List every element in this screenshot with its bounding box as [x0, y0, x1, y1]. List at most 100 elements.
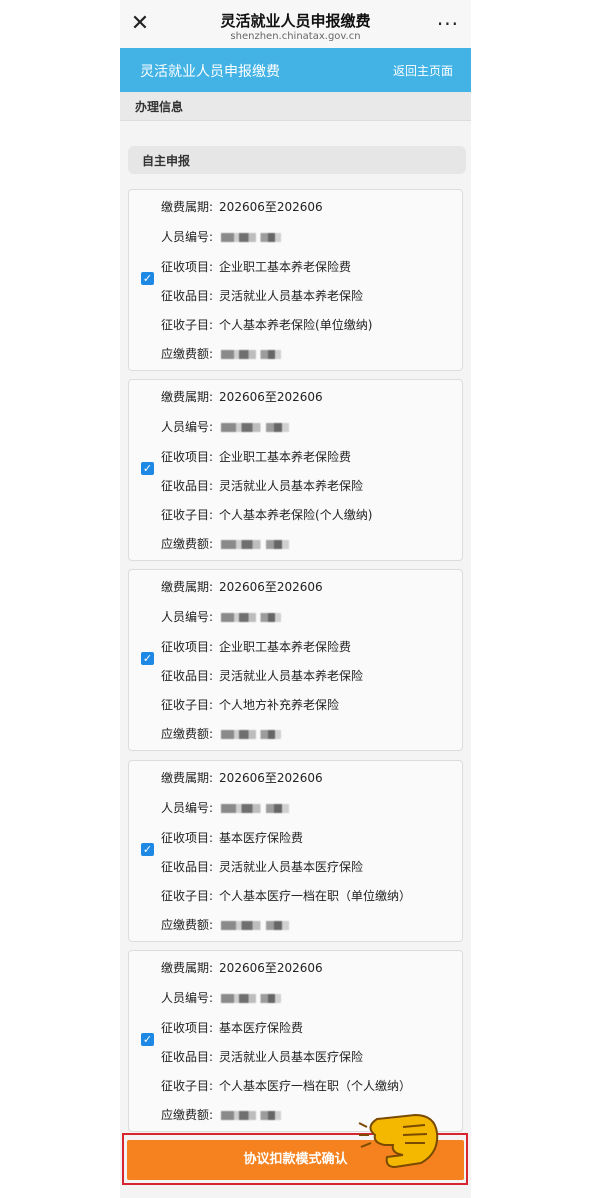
- field-label: 应缴费额:: [161, 347, 214, 361]
- field-amount: 应缴费额:: [161, 535, 290, 552]
- field-item: 征收项目: 基本医疗保险费: [161, 1019, 303, 1036]
- redacted-value: [221, 613, 282, 622]
- field-label: 缴费属期:: [161, 961, 214, 975]
- field-label: 征收品目:: [161, 669, 214, 683]
- section-title: 办理信息: [135, 100, 184, 114]
- field-value: 企业职工基本养老保险费: [219, 640, 352, 654]
- redacted-value: [221, 350, 282, 359]
- field-value: 灵活就业人员基本养老保险: [219, 669, 364, 683]
- field-item: 征收项目: 企业职工基本养老保险费: [161, 448, 351, 465]
- page-title: 灵活就业人员申报缴费: [220, 12, 371, 30]
- field-label: 征收子目:: [161, 698, 214, 712]
- browser-topbar: ✕ 灵活就业人员申报缴费 shenzhen.chinatax.gov.cn ··…: [120, 0, 471, 48]
- field-label: 缴费属期:: [161, 580, 214, 594]
- field-amount: 应缴费额:: [161, 1106, 282, 1123]
- field-label: 征收项目:: [161, 1021, 214, 1035]
- redacted-value: [221, 1111, 282, 1120]
- field-label: 人员编号:: [161, 801, 214, 815]
- record-card: ✓ 缴费属期: 202606至202606 人员编号: 征收项目: 企业职工基本养老保险费…: [128, 379, 463, 561]
- redacted-value: [221, 994, 282, 1003]
- field-label: 征收子目:: [161, 1079, 214, 1093]
- field-label: 人员编号:: [161, 991, 214, 1005]
- record-card: ✓ 缴费属期: 202606至202606 人员编号: 征收项目: 企业职工基本养老保险费…: [128, 569, 463, 751]
- field-label: 征收子目:: [161, 508, 214, 522]
- field-label: 征收项目:: [161, 831, 214, 845]
- field-value: 个人地方补充养老保险: [219, 698, 340, 712]
- field-amount: 应缴费额:: [161, 725, 282, 742]
- field-value: 基本医疗保险费: [219, 831, 304, 845]
- field-person-id: 人员编号:: [161, 608, 282, 625]
- field-label: 征收品目:: [161, 479, 214, 493]
- field-person-id: 人员编号:: [161, 989, 282, 1006]
- field-category: 征收品目: 灵活就业人员基本养老保险: [161, 477, 363, 494]
- field-label: 征收项目:: [161, 450, 214, 464]
- checkbox-checked-icon[interactable]: ✓: [141, 652, 154, 665]
- field-subitem: 征收子目: 个人基本医疗一档在职（单位缴纳）: [161, 887, 411, 904]
- field-label: 征收项目:: [161, 260, 214, 274]
- field-value: 个人基本医疗一档在职（个人缴纳）: [219, 1079, 412, 1093]
- home-link[interactable]: 返回主页面: [393, 62, 453, 79]
- redacted-value: [221, 730, 282, 739]
- field-value: 202606至202606: [219, 771, 323, 785]
- tab-self-declare[interactable]: 自主申报: [128, 146, 466, 174]
- pointing-hand-icon: [358, 1113, 439, 1169]
- field-label: 征收品目:: [161, 289, 214, 303]
- field-item: 征收项目: 企业职工基本养老保险费: [161, 638, 351, 655]
- field-value: 202606至202606: [219, 200, 323, 214]
- field-label: 征收项目:: [161, 640, 214, 654]
- field-value: 基本医疗保险费: [219, 1021, 304, 1035]
- field-label: 缴费属期:: [161, 200, 214, 214]
- field-category: 征收品目: 灵活就业人员基本医疗保险: [161, 1048, 363, 1065]
- checkbox-checked-icon[interactable]: ✓: [141, 462, 154, 475]
- field-value: 个人基本养老保险(单位缴纳): [219, 318, 373, 332]
- field-period: 缴费属期: 202606至202606: [161, 578, 323, 595]
- field-value: 202606至202606: [219, 580, 323, 594]
- field-label: 人员编号:: [161, 230, 214, 244]
- redacted-value: [221, 423, 290, 432]
- more-menu-icon[interactable]: ···: [437, 12, 459, 36]
- field-subitem: 征收子目: 个人地方补充养老保险: [161, 696, 339, 713]
- field-label: 应缴费额:: [161, 727, 214, 741]
- section-header: 办理信息: [120, 92, 471, 121]
- checkbox-checked-icon[interactable]: ✓: [141, 1033, 154, 1046]
- field-value: 个人基本医疗一档在职（单位缴纳）: [219, 889, 412, 903]
- field-category: 征收品目: 灵活就业人员基本医疗保险: [161, 858, 363, 875]
- close-icon[interactable]: ✕: [130, 13, 150, 35]
- field-value: 个人基本养老保险(个人缴纳): [219, 508, 373, 522]
- field-value: 灵活就业人员基本养老保险: [219, 289, 364, 303]
- field-label: 征收品目:: [161, 1050, 214, 1064]
- page-url: shenzhen.chinatax.gov.cn: [230, 31, 361, 42]
- field-value: 202606至202606: [219, 961, 323, 975]
- checkbox-checked-icon[interactable]: ✓: [141, 272, 154, 285]
- redacted-value: [221, 540, 290, 549]
- field-period: 缴费属期: 202606至202606: [161, 198, 323, 215]
- field-label: 应缴费额:: [161, 537, 214, 551]
- field-item: 征收项目: 企业职工基本养老保险费: [161, 258, 351, 275]
- field-subitem: 征收子目: 个人基本养老保险(单位缴纳): [161, 316, 372, 333]
- field-subitem: 征收子目: 个人基本医疗一档在职（个人缴纳）: [161, 1077, 411, 1094]
- field-period: 缴费属期: 202606至202606: [161, 769, 323, 786]
- redacted-value: [221, 233, 282, 242]
- field-period: 缴费属期: 202606至202606: [161, 388, 323, 405]
- record-card: ✓ 缴费属期: 202606至202606 人员编号: 征收项目: 基本医疗保险费征收品目…: [128, 760, 463, 942]
- field-label: 应缴费额:: [161, 918, 214, 932]
- field-amount: 应缴费额:: [161, 345, 282, 362]
- field-label: 缴费属期:: [161, 771, 214, 785]
- field-label: 人员编号:: [161, 420, 214, 434]
- field-label: 人员编号:: [161, 610, 214, 624]
- app-header: 灵活就业人员申报缴费 返回主页面: [120, 48, 471, 92]
- field-label: 征收品目:: [161, 860, 214, 874]
- field-value: 202606至202606: [219, 390, 323, 404]
- field-person-id: 人员编号:: [161, 418, 290, 435]
- field-value: 企业职工基本养老保险费: [219, 260, 352, 274]
- field-value: 灵活就业人员基本医疗保险: [219, 1050, 364, 1064]
- record-card: ✓ 缴费属期: 202606至202606 人员编号: 征收项目: 企业职工基本养老保险费…: [128, 189, 463, 371]
- redacted-value: [221, 804, 290, 813]
- field-label: 征收子目:: [161, 889, 214, 903]
- checkbox-checked-icon[interactable]: ✓: [141, 843, 154, 856]
- field-period: 缴费属期: 202606至202606: [161, 959, 323, 976]
- field-subitem: 征收子目: 个人基本养老保险(个人缴纳): [161, 506, 372, 523]
- phone-screen: ✕ 灵活就业人员申报缴费 shenzhen.chinatax.gov.cn ··…: [120, 0, 471, 1198]
- field-amount: 应缴费额:: [161, 916, 290, 933]
- field-item: 征收项目: 基本医疗保险费: [161, 829, 303, 846]
